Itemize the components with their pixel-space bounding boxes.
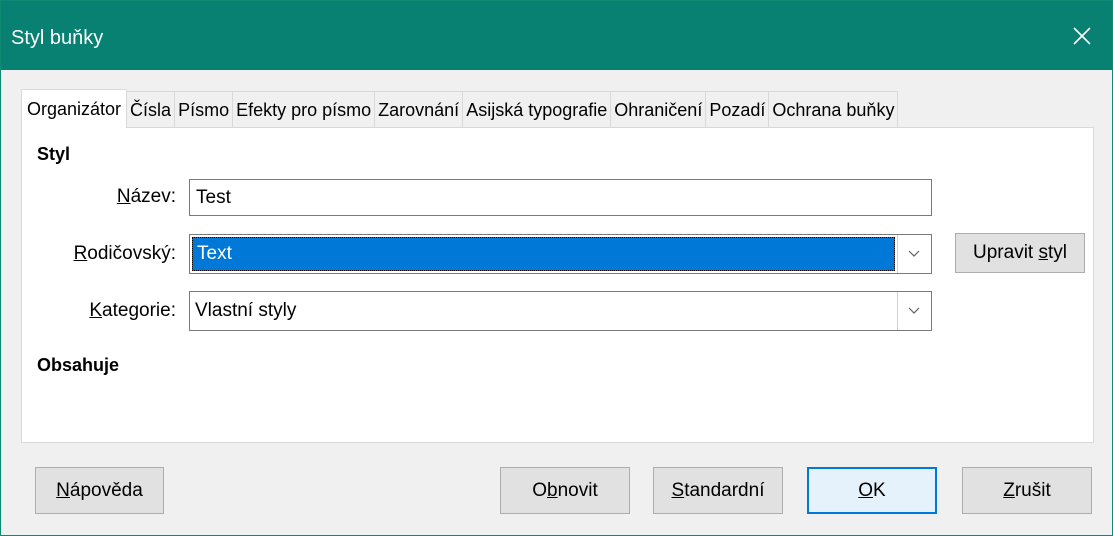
tab-cell-protection[interactable]: Ochrana buňky xyxy=(768,91,899,128)
name-label-accesskey: N xyxy=(116,186,131,207)
category-dropdown-arrow[interactable] xyxy=(897,292,929,330)
edit-style-label-pre: Upravit xyxy=(973,242,1039,263)
close-button[interactable] xyxy=(1052,1,1112,70)
name-label-text: ázev: xyxy=(130,186,176,207)
ok-label: K xyxy=(873,479,886,501)
help-label: ápověda xyxy=(69,479,143,501)
parent-style-value: Text xyxy=(192,237,895,271)
edit-style-accesskey: s xyxy=(1038,242,1048,263)
ok-accesskey: O xyxy=(858,479,874,501)
cancel-button[interactable]: Zrušit xyxy=(962,467,1092,514)
category-label: Kategorie: xyxy=(0,300,176,322)
name-field[interactable]: Test xyxy=(189,179,932,216)
tab-font-effects[interactable]: Efekty pro písmo xyxy=(232,91,376,128)
parent-label-text: odičovský: xyxy=(87,243,176,264)
close-icon xyxy=(1073,26,1091,45)
reset-label-pre: O xyxy=(532,479,548,501)
standard-label: tandardní xyxy=(684,479,765,501)
tab-organizer[interactable]: Organizátor xyxy=(21,89,128,128)
parent-label-accesskey: R xyxy=(73,243,88,264)
tab-borders[interactable]: Ohraničení xyxy=(610,91,707,128)
reset-button[interactable]: Ob novit xyxy=(500,467,630,514)
help-button[interactable]: Nápověda xyxy=(35,467,164,514)
style-heading: Styl xyxy=(37,144,71,164)
cancel-label: rušit xyxy=(1014,479,1051,501)
name-field-value: Test xyxy=(196,186,231,208)
category-label-accesskey: K xyxy=(89,300,103,321)
edit-style-button[interactable]: Upravit s tyl xyxy=(955,233,1085,273)
reset-accesskey: b xyxy=(547,479,558,501)
name-label: Název: xyxy=(0,186,176,208)
cancel-accesskey: Z xyxy=(1003,479,1015,501)
help-accesskey: N xyxy=(56,479,70,501)
contains-heading: Obsahuje xyxy=(37,355,120,375)
category-label-text: ategorie: xyxy=(102,300,176,321)
standard-accesskey: S xyxy=(671,479,685,501)
tab-panel-organizer: Styl Název: Test Rodičovský: Text Upravi… xyxy=(21,127,1094,443)
ok-button[interactable]: OK xyxy=(807,467,937,514)
parent-style-dropdown[interactable]: Text xyxy=(189,234,932,274)
parent-label: Rodičovský: xyxy=(0,243,176,265)
tab-asian-typography[interactable]: Asijská typografie xyxy=(462,91,612,128)
dialog-window: Styl buňky Organizátor Čísla Písmo Efekt… xyxy=(0,0,1113,536)
tab-alignment[interactable]: Zarovnání xyxy=(374,91,464,128)
category-dropdown[interactable]: Vlastní styly xyxy=(189,291,932,331)
category-value: Vlastní styly xyxy=(195,300,297,321)
standard-button[interactable]: Standardní xyxy=(653,467,783,514)
parent-dropdown-arrow[interactable] xyxy=(897,235,929,273)
tab-bar: Organizátor Čísla Písmo Efekty pro písmo… xyxy=(21,89,899,128)
title-bar: Styl buňky xyxy=(1,1,1112,70)
tab-font[interactable]: Písmo xyxy=(174,91,234,128)
window-title: Styl buňky xyxy=(11,27,104,49)
tab-numbers[interactable]: Čísla xyxy=(126,91,176,128)
chevron-down-icon xyxy=(908,250,919,257)
reset-label-rest: novit xyxy=(557,479,598,501)
edit-style-label-rest: tyl xyxy=(1047,242,1067,263)
chevron-down-icon xyxy=(908,307,919,314)
tab-background[interactable]: Pozadí xyxy=(705,91,770,128)
